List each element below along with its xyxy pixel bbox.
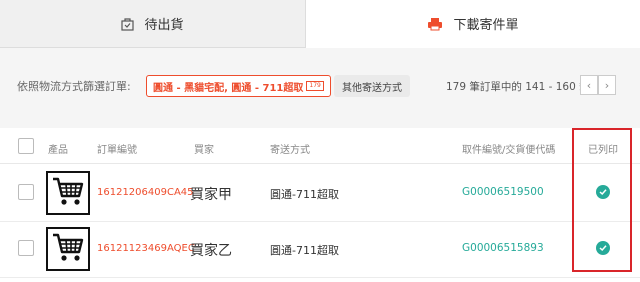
table-row[interactable]: 16121123469AQEC 買家乙 圓通-711超取 G0000651589…	[0, 222, 640, 278]
chevron-left-icon: ‹	[586, 78, 592, 92]
tab-download-label: 下載寄件單	[453, 18, 519, 33]
tracking-code: G00006515893	[462, 242, 544, 254]
tab-download-waybill[interactable]: 下載寄件單	[306, 0, 640, 48]
tab-pending-label: 待出貨	[144, 18, 184, 33]
shopping-cart-icon	[51, 231, 85, 267]
header-order-id: 訂單編號	[97, 145, 137, 156]
shopping-cart-icon	[51, 175, 85, 211]
filter-label: 依照物流方式篩選訂單:	[17, 80, 131, 93]
chevron-right-icon: ›	[604, 78, 610, 92]
check-circle-icon	[596, 185, 610, 199]
header-buyer: 買家	[194, 145, 214, 156]
pagination-next-button[interactable]: ›	[598, 75, 616, 95]
tracking-code: G00006519500	[462, 186, 544, 198]
select-all-checkbox[interactable]	[18, 138, 34, 154]
order-id-link[interactable]: 16121123469AQEC	[97, 243, 195, 254]
pagination-summary: 179 筆訂單中的 141 - 160 筆	[446, 81, 590, 93]
table-header: 產品 訂單編號 買家 寄送方式 取件編號/交貨便代碼 已列印	[0, 128, 640, 164]
shipping-method: 圓通-711超取	[270, 244, 339, 257]
header-product: 產品	[48, 145, 68, 156]
buyer-name: 買家甲	[190, 187, 232, 203]
other-shipping-chip[interactable]: 其他寄送方式	[334, 75, 410, 97]
row-checkbox[interactable]	[18, 184, 34, 200]
shipping-filter-count-badge: 179	[306, 81, 324, 91]
orders-table: 產品 訂單編號 買家 寄送方式 取件編號/交貨便代碼 已列印 161212064…	[0, 128, 640, 282]
header-printed: 已列印	[588, 145, 618, 156]
shipping-filter-selected-chip[interactable]: 圓通 - 黑貓宅配, 圓通 - 711超取 179	[146, 75, 331, 97]
tab-bar: 待出貨 下載寄件單	[0, 0, 640, 48]
product-thumbnail	[46, 227, 90, 271]
buyer-name: 買家乙	[190, 243, 232, 259]
table-row[interactable]: 16121206409CA45 買家甲 圓通-711超取 G0000651950…	[0, 166, 640, 222]
filter-bar: 依照物流方式篩選訂單: 圓通 - 黑貓宅配, 圓通 - 711超取 179 其他…	[0, 48, 640, 128]
row-checkbox[interactable]	[18, 240, 34, 256]
product-thumbnail	[46, 171, 90, 215]
other-shipping-label: 其他寄送方式	[342, 82, 402, 94]
printer-icon	[427, 17, 443, 31]
tab-pending-shipment[interactable]: 待出貨	[0, 0, 306, 48]
shipping-method: 圓通-711超取	[270, 188, 339, 201]
header-shipping: 寄送方式	[270, 145, 310, 156]
check-circle-icon	[596, 241, 610, 255]
header-tracking: 取件編號/交貨便代碼	[462, 145, 556, 156]
order-id-link[interactable]: 16121206409CA45	[97, 187, 194, 198]
pagination-prev-button[interactable]: ‹	[580, 75, 598, 95]
shipping-filter-selected-label: 圓通 - 黑貓宅配, 圓通 - 711超取	[153, 82, 304, 94]
package-icon	[121, 17, 135, 31]
